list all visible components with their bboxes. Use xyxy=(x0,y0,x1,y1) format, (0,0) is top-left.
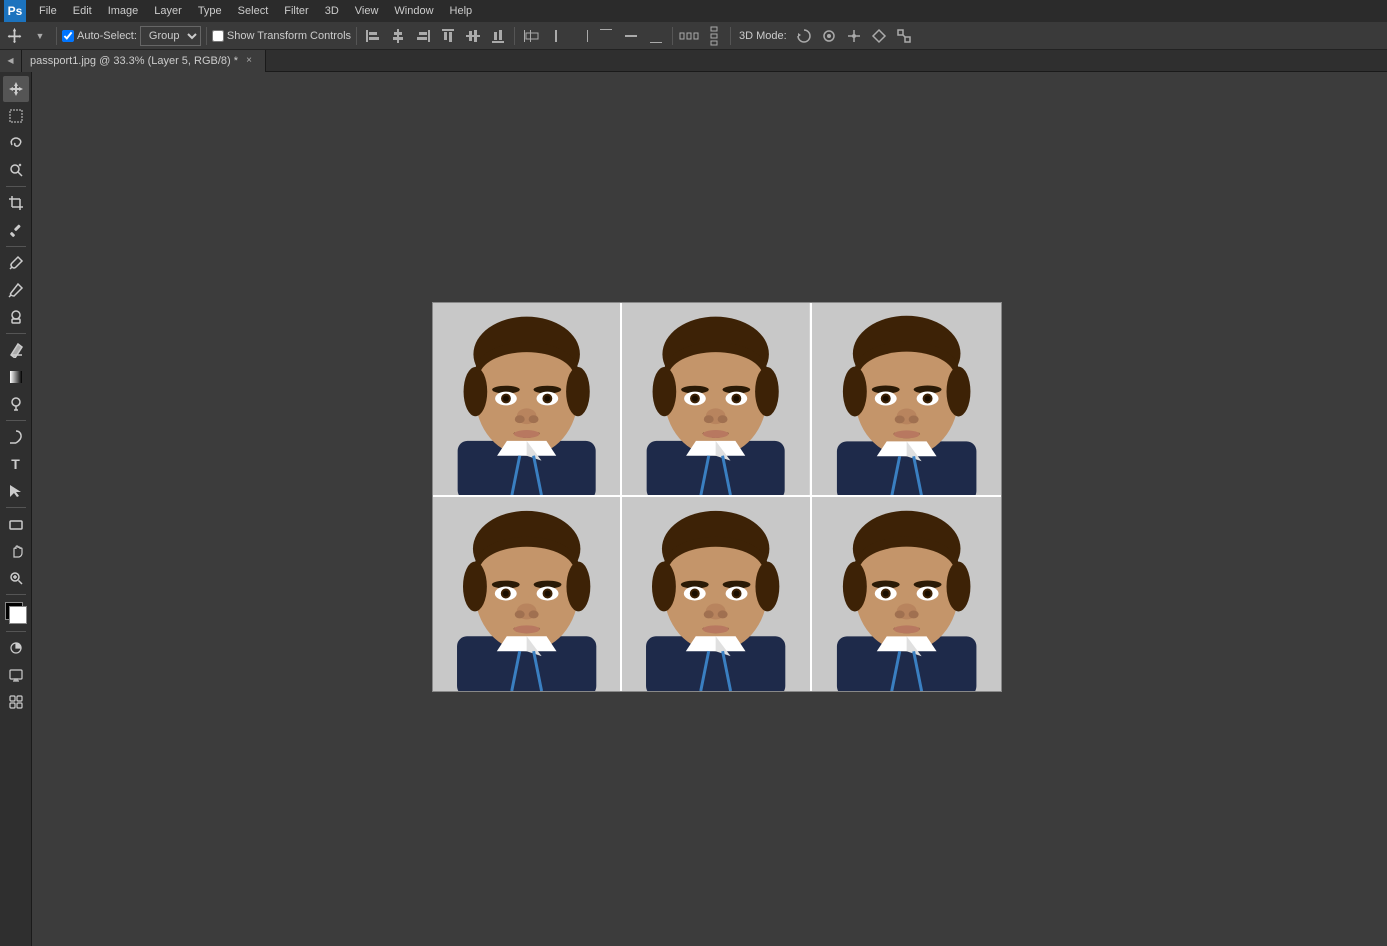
tab-close-btn[interactable]: × xyxy=(243,55,255,67)
photo-cell-3 xyxy=(812,303,1001,497)
auto-dist-v-btn[interactable] xyxy=(703,25,725,47)
main-layout: T xyxy=(0,72,1387,946)
tool-sep-7 xyxy=(6,631,26,632)
photo-canvas xyxy=(432,302,1002,692)
panel-toggle[interactable]: ◀ xyxy=(0,50,22,72)
menu-layer[interactable]: Layer xyxy=(147,0,189,22)
document-tab[interactable]: passport1.jpg @ 33.3% (Layer 5, RGB/8) *… xyxy=(22,50,266,72)
color-swatches[interactable] xyxy=(3,600,29,626)
menu-filter[interactable]: Filter xyxy=(277,0,315,22)
menu-help[interactable]: Help xyxy=(443,0,480,22)
show-transform-label: Show Transform Controls xyxy=(212,30,351,42)
tool-sep-6 xyxy=(6,594,26,595)
auto-select-label: Auto-Select: xyxy=(62,30,137,42)
3d-scale-btn[interactable] xyxy=(893,25,915,47)
photo-cell-6 xyxy=(812,497,1001,691)
tools-panel: T xyxy=(0,72,32,946)
move-tool-icon[interactable] xyxy=(4,25,26,47)
menu-edit[interactable]: Edit xyxy=(66,0,99,22)
tool-stamp[interactable] xyxy=(3,304,29,330)
tab-bar: ◀ passport1.jpg @ 33.3% (Layer 5, RGB/8)… xyxy=(0,50,1387,72)
align-center-v-btn[interactable] xyxy=(462,25,484,47)
photo-cell-5 xyxy=(622,497,811,691)
align-top-btn[interactable] xyxy=(437,25,459,47)
3d-pan-btn[interactable] xyxy=(843,25,865,47)
tool-sep-3 xyxy=(6,333,26,334)
tool-lasso[interactable] xyxy=(3,130,29,156)
tool-options-arrow[interactable]: ▼ xyxy=(29,25,51,47)
auto-dist-btn[interactable] xyxy=(678,25,700,47)
align-center-h-btn[interactable] xyxy=(387,25,409,47)
tool-marquee[interactable] xyxy=(3,103,29,129)
menu-type[interactable]: Type xyxy=(191,0,229,22)
options-toolbar: ▼ Auto-Select: Group Layer Show Transfor… xyxy=(0,22,1387,50)
tool-healing[interactable] xyxy=(3,250,29,276)
menu-select[interactable]: Select xyxy=(231,0,276,22)
dist-top-btn[interactable] xyxy=(595,25,617,47)
tool-quick-select[interactable] xyxy=(3,157,29,183)
toolbar-sep-4 xyxy=(514,27,515,45)
align-left-btn[interactable] xyxy=(362,25,384,47)
tool-sep-4 xyxy=(6,420,26,421)
show-transform-checkbox[interactable] xyxy=(212,30,224,42)
3d-slide-btn[interactable] xyxy=(868,25,890,47)
menu-window[interactable]: Window xyxy=(387,0,440,22)
tool-gradient[interactable] xyxy=(3,364,29,390)
photo-cell-1 xyxy=(433,303,622,497)
toolbar-sep-2 xyxy=(206,27,207,45)
ps-logo: Ps xyxy=(4,0,26,22)
auto-select-checkbox[interactable] xyxy=(62,30,74,42)
toolbar-sep-1 xyxy=(56,27,57,45)
align-right-btn[interactable] xyxy=(412,25,434,47)
photo-cell-2 xyxy=(622,303,811,497)
tool-eyedropper[interactable] xyxy=(3,217,29,243)
tool-move[interactable] xyxy=(3,76,29,102)
tool-sep-5 xyxy=(6,507,26,508)
dist-right-btn[interactable] xyxy=(570,25,592,47)
3d-mode-label: 3D Mode: xyxy=(736,30,790,42)
tool-quick-mask[interactable] xyxy=(3,635,29,661)
tool-dodge[interactable] xyxy=(3,391,29,417)
tool-brush[interactable] xyxy=(3,277,29,303)
auto-select-dropdown[interactable]: Group Layer xyxy=(140,26,201,46)
tool-eraser[interactable] xyxy=(3,337,29,363)
3d-roll-btn[interactable] xyxy=(818,25,840,47)
tool-hand[interactable] xyxy=(3,538,29,564)
tool-3d-material[interactable] xyxy=(3,689,29,715)
tool-shape[interactable] xyxy=(3,511,29,537)
tool-screen-mode[interactable] xyxy=(3,662,29,688)
tool-sep-2 xyxy=(6,246,26,247)
menu-3d[interactable]: 3D xyxy=(318,0,346,22)
dist-bottom-btn[interactable] xyxy=(645,25,667,47)
tool-path-select[interactable] xyxy=(3,478,29,504)
dist-left-btn[interactable] xyxy=(520,25,542,47)
menu-file[interactable]: File xyxy=(32,0,64,22)
document-tab-title: passport1.jpg @ 33.3% (Layer 5, RGB/8) * xyxy=(30,55,238,67)
background-color[interactable] xyxy=(9,606,27,624)
type-icon: T xyxy=(11,456,20,472)
dist-center-v-btn[interactable] xyxy=(620,25,642,47)
align-bottom-btn[interactable] xyxy=(487,25,509,47)
toolbar-sep-3 xyxy=(356,27,357,45)
canvas-area[interactable] xyxy=(32,72,1387,946)
toolbar-sep-5 xyxy=(672,27,673,45)
tool-pen[interactable] xyxy=(3,424,29,450)
tool-type[interactable]: T xyxy=(3,451,29,477)
dist-center-h-btn[interactable] xyxy=(545,25,567,47)
menu-bar: Ps File Edit Image Layer Type Select Fil… xyxy=(0,0,1387,22)
menu-image[interactable]: Image xyxy=(101,0,146,22)
menu-view[interactable]: View xyxy=(348,0,386,22)
toolbar-sep-6 xyxy=(730,27,731,45)
3d-rotate-btn[interactable] xyxy=(793,25,815,47)
tool-crop[interactable] xyxy=(3,190,29,216)
tool-sep-1 xyxy=(6,186,26,187)
tool-zoom[interactable] xyxy=(3,565,29,591)
photo-cell-4 xyxy=(433,497,622,691)
